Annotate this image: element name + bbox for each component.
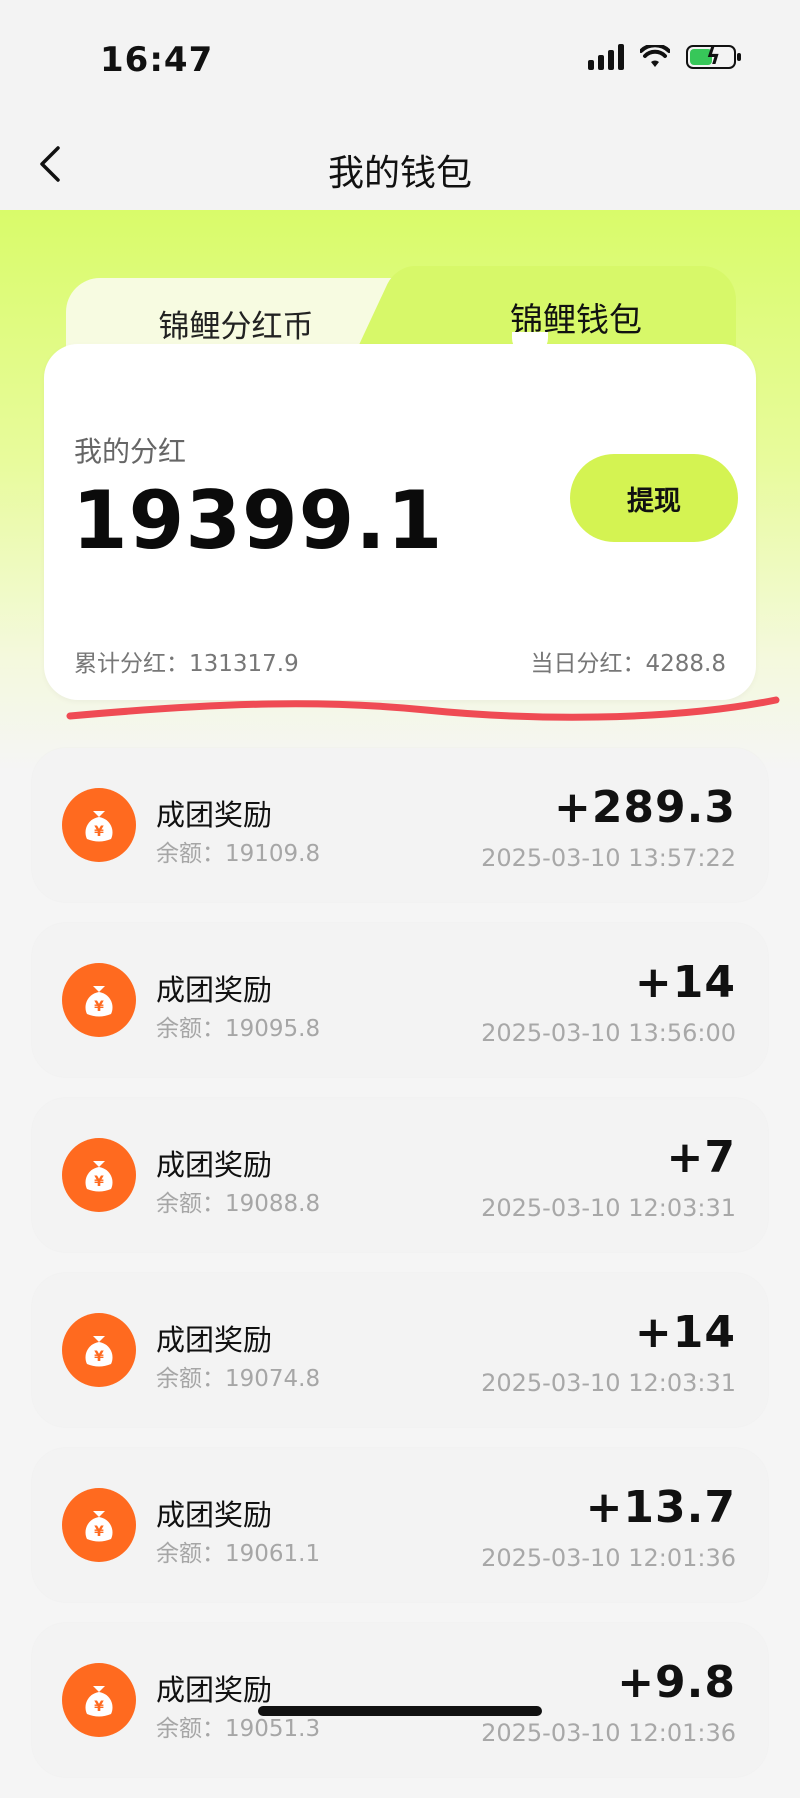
svg-text:¥: ¥ <box>94 1174 104 1190</box>
transaction-amount: +14 <box>634 1307 736 1358</box>
wifi-icon <box>640 45 670 67</box>
svg-text:¥: ¥ <box>94 999 104 1015</box>
transaction-balance: 余额：19074.8 <box>156 1366 321 1392</box>
transaction-time: 2025-03-10 12:01:36 <box>481 1544 736 1572</box>
transaction-amount: +9.8 <box>617 1657 736 1708</box>
page-title: 我的钱包 <box>327 153 472 194</box>
money-bag-icon: ¥ <box>62 1138 136 1212</box>
transaction-amount: +14 <box>634 957 736 1008</box>
transaction-title: 成团奖励 <box>156 1498 273 1532</box>
status-bar: 16:47 ϟ <box>0 0 800 118</box>
svg-text:¥: ¥ <box>94 1699 104 1715</box>
money-bag-icon: ¥ <box>62 1663 136 1737</box>
transaction-balance: 余额：19109.8 <box>156 841 321 867</box>
transaction-item[interactable]: ¥ 成团奖励余额：19061.1 +13.7 2025-03-10 12:01:36 <box>32 1448 768 1602</box>
dividend-label: 我的分红 <box>74 435 187 468</box>
transaction-title: 成团奖励 <box>156 1673 273 1707</box>
transaction-item[interactable]: ¥ 成团奖励余额：19109.8 +289.3 2025-03-10 13:57:22 <box>32 748 768 902</box>
card-footer: 累计分红：131317.9 当日分红：4288.8 <box>74 644 726 678</box>
money-bag-icon: ¥ <box>62 963 136 1037</box>
home-indicator <box>258 1706 542 1716</box>
transaction-item[interactable]: ¥ 成团奖励 余额：19051.3 +9.8 2025-03-10 12:01:36 <box>32 1623 768 1777</box>
nav-bar: 我的钱包 <box>0 118 800 210</box>
transaction-time: 2025-03-10 13:56:00 <box>481 1019 736 1047</box>
transaction-item[interactable]: ¥ 成团奖励余额：19074.8 +14 2025-03-10 12:03:31 <box>32 1273 768 1427</box>
dividend-amount: 19399.1 <box>72 474 444 567</box>
tab-dividend-coin-label: 锦鲤分红币 <box>158 308 314 345</box>
transaction-list: ¥ 成团奖励 余额：19109.8 +289.3 2025-03-10 13:57:22… <box>32 748 768 1798</box>
transaction-balance: 余额：19088.8 <box>156 1191 321 1217</box>
svg-text:¥: ¥ <box>94 1349 104 1365</box>
svg-text:¥: ¥ <box>94 1524 104 1540</box>
transaction-time: 2025-03-10 12:03:31 <box>481 1194 736 1222</box>
transaction-time: 2025-03-10 12:01:36 <box>481 1719 736 1747</box>
red-underline-annotation <box>66 696 780 721</box>
wallet-hero: 锦鲤分红币 锦鲤钱包 我的分红 19399.1 提现 累计分红：131317.9… <box>0 210 800 770</box>
transaction-amount: +7 <box>666 1132 736 1183</box>
transaction-item[interactable]: ¥ 成团奖励余额：19095.8 +14 2025-03-10 13:56:00 <box>32 923 768 1077</box>
money-bag-icon: ¥ <box>62 1488 136 1562</box>
transaction-title: 成团奖励 <box>156 973 273 1007</box>
transaction-title: 成团奖励 <box>156 1323 273 1357</box>
transaction-balance: 余额：19061.1 <box>156 1541 321 1567</box>
transaction-title: 成团奖励 <box>156 798 273 832</box>
battery-icon: ϟ <box>686 45 741 70</box>
transaction-balance: 余额：19095.8 <box>156 1016 321 1042</box>
transaction-time: 2025-03-10 12:03:31 <box>481 1369 736 1397</box>
transaction-item[interactable]: ¥ 成团奖励余额：19088.8 +7 2025-03-10 12:03:31 <box>32 1098 768 1252</box>
daily-dividend: 当日分红：4288.8 <box>530 651 726 677</box>
money-bag-icon: ¥ <box>62 788 136 862</box>
transaction-title: 成团奖励 <box>156 1148 273 1182</box>
transaction-amount: +289.3 <box>553 782 736 833</box>
transaction-time: 2025-03-10 13:57:22 <box>481 844 736 872</box>
transaction-amount: +13.7 <box>585 1482 736 1533</box>
status-icons: ϟ <box>588 44 741 70</box>
total-dividend: 累计分红：131317.9 <box>74 651 299 677</box>
money-bag-icon: ¥ <box>62 1313 136 1387</box>
cellular-signal-icon <box>588 44 624 70</box>
withdraw-button[interactable]: 提现 <box>570 454 738 542</box>
dividend-card: 我的分红 19399.1 提现 累计分红：131317.9 当日分红：4288.… <box>44 344 756 700</box>
status-time: 16:47 <box>100 40 214 80</box>
svg-text:¥: ¥ <box>94 824 104 840</box>
